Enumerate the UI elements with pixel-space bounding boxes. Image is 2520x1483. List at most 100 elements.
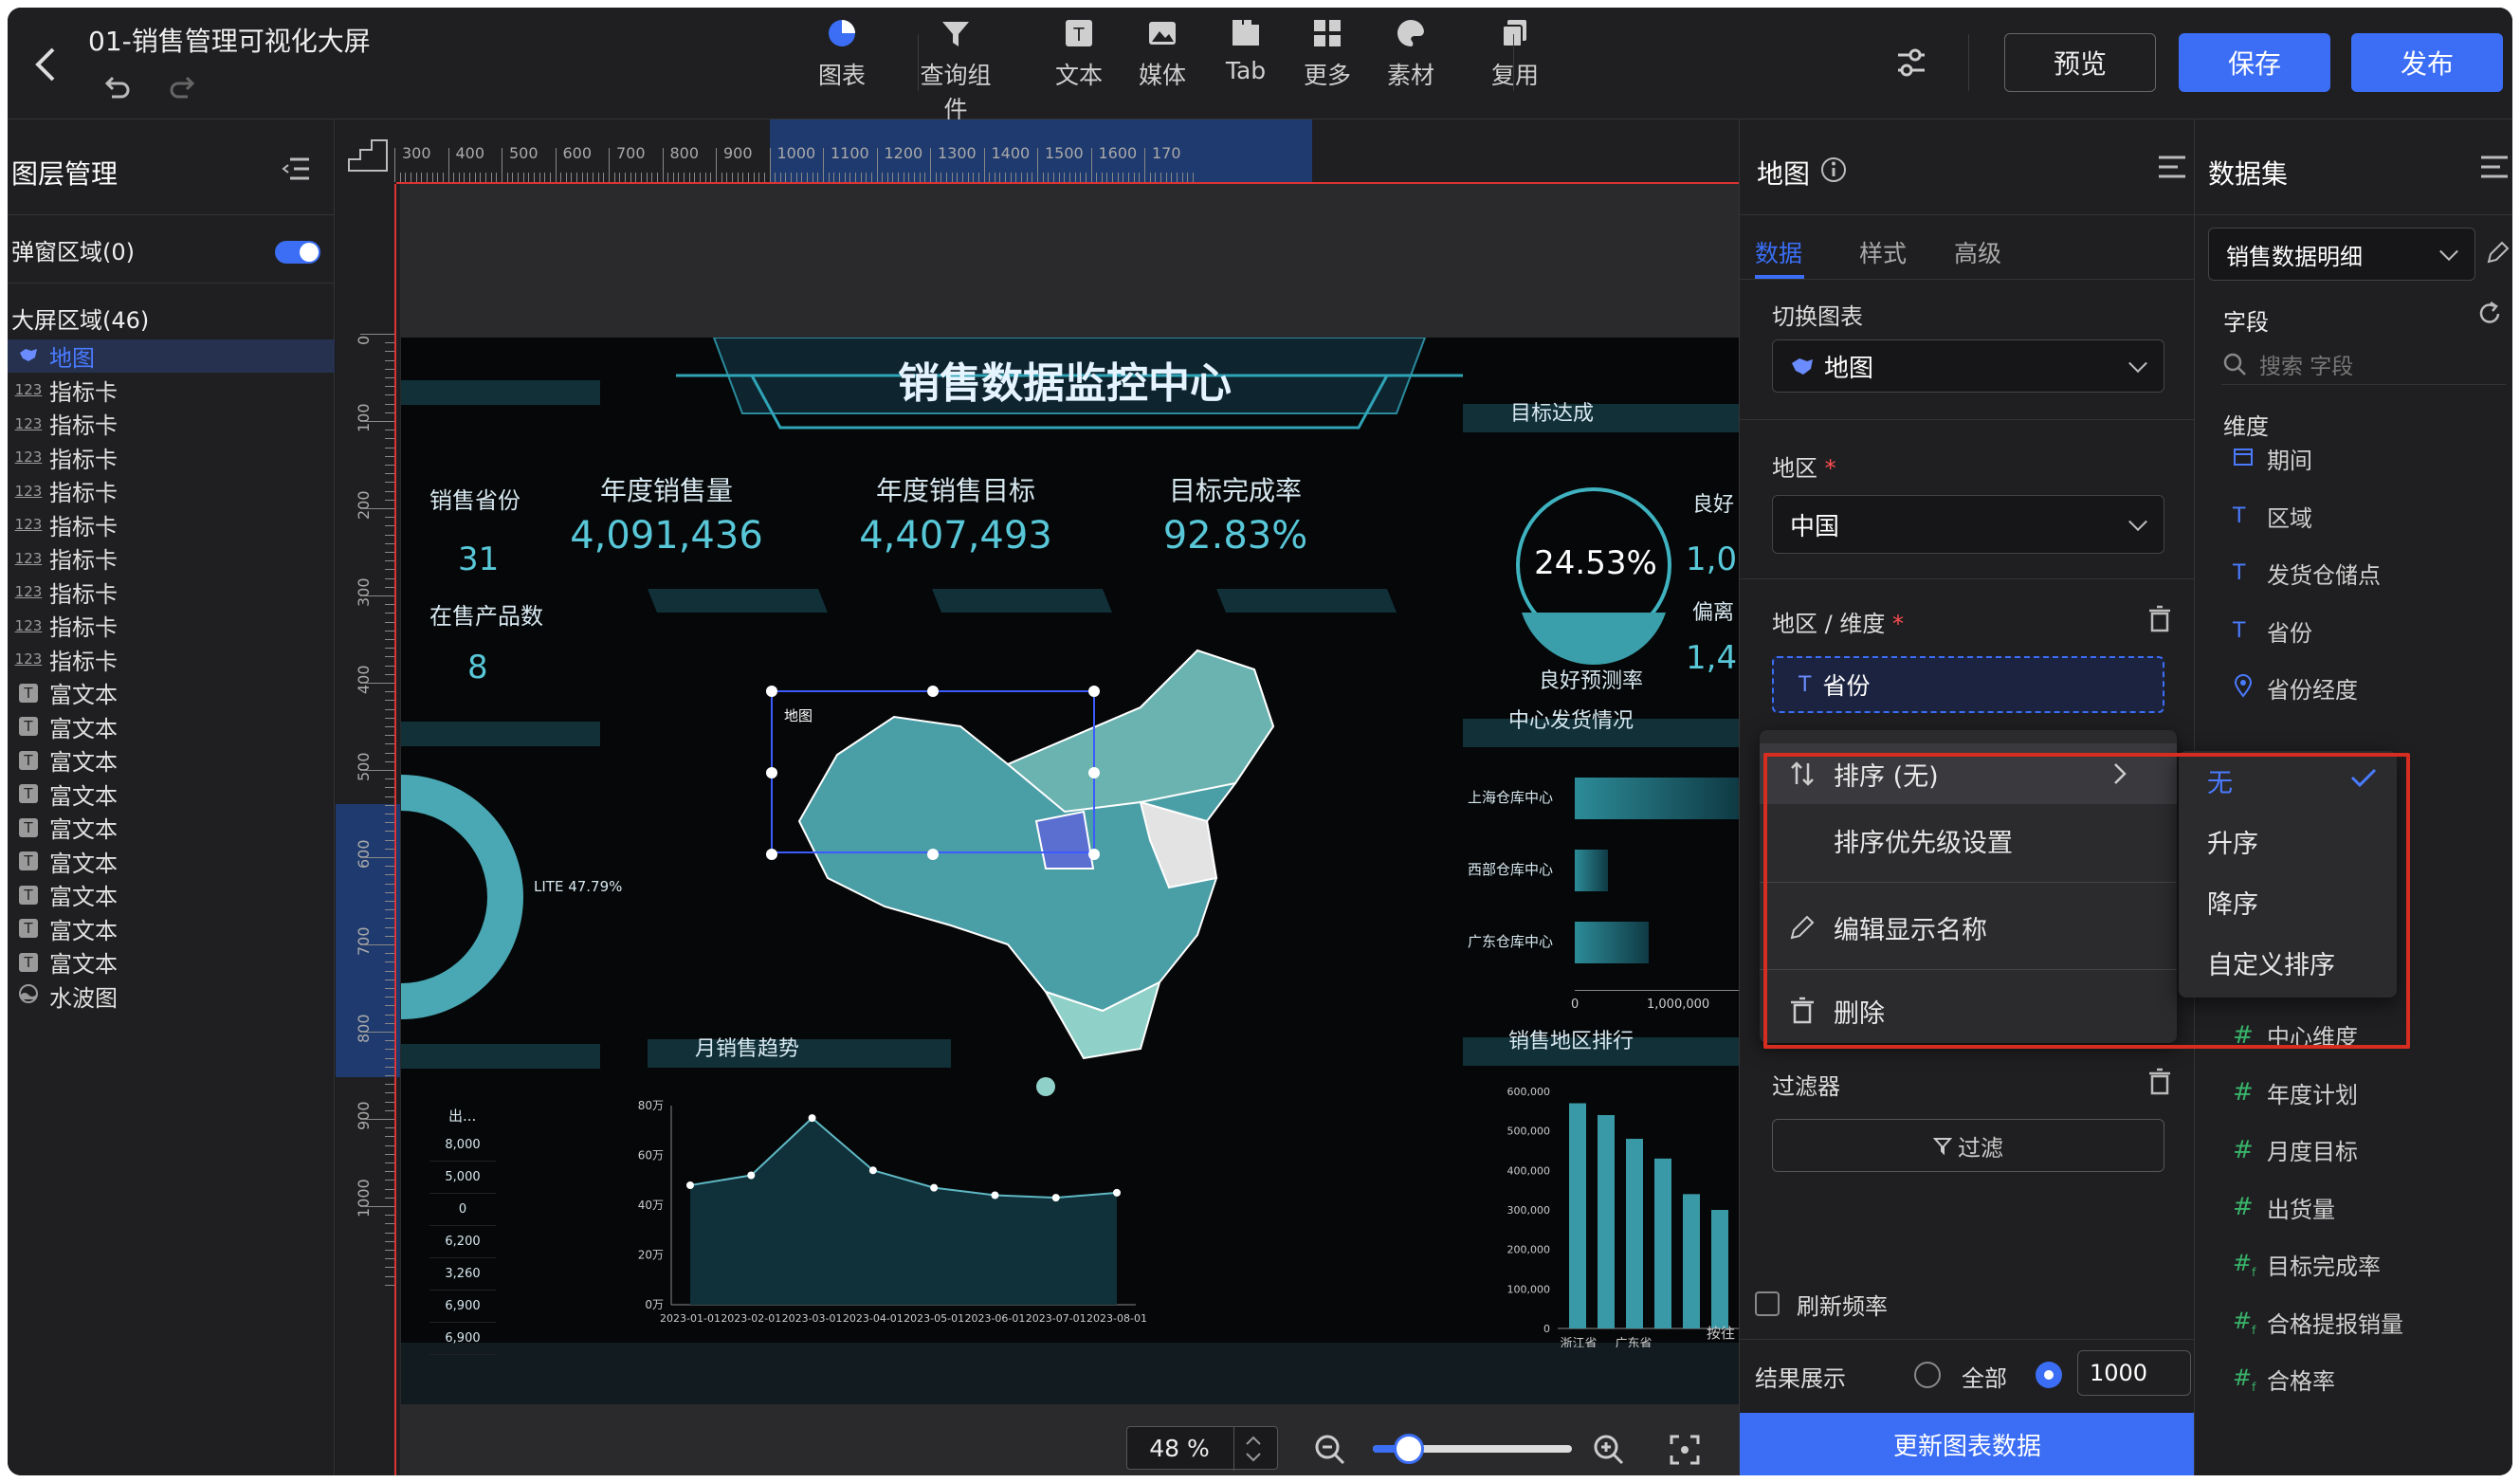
layer-item[interactable]: T 富文本 [8,878,335,911]
layer-item[interactable]: T 富文本 [8,945,335,979]
refresh-checkbox[interactable] [1755,1291,1780,1316]
dataset-dimension-field[interactable]: T 省份 [2233,614,2312,648]
layer-item[interactable]: T 富文本 [8,912,335,945]
save-button[interactable]: 保存 [2179,33,2330,92]
ruler-tick-label: 170 [1152,144,1181,162]
trash-icon[interactable] [2147,605,2172,633]
ruler-tick-label: 600 [355,839,373,869]
limit-input[interactable]: 1000 [2077,1350,2191,1396]
layer-item[interactable]: T 富文本 [8,676,335,709]
layer-item[interactable]: 123 指标卡 [8,407,335,440]
toolbar-copy-button[interactable]: 复用 [1472,17,1558,91]
fit-screen-icon[interactable] [1669,1434,1701,1466]
rank-y-tick: 0 [1543,1323,1550,1335]
update-chart-button[interactable]: 更新图表数据 [1740,1413,2195,1475]
trend-x-tick: 2023-03-01 [782,1312,843,1325]
layer-item[interactable]: 123 指标卡 [8,374,335,407]
zoom-in-icon[interactable] [1593,1434,1625,1466]
layer-item-label: 指标卡 [49,412,118,439]
redo-icon[interactable] [169,74,197,101]
back-icon[interactable] [34,46,57,83]
ruler-tick-label: 500 [509,144,539,162]
zoom-slider[interactable] [1373,1434,1572,1464]
zoom-input[interactable]: 48 % [1126,1426,1278,1471]
radio-limit[interactable] [2036,1362,2062,1388]
dataset-dimension-field[interactable]: T 区域 [2233,500,2312,533]
toolbar-text-button[interactable]: T 文本 [1036,17,1122,91]
ruler-tick-label: 100 [355,403,373,432]
layer-panel: 图层管理 弹窗区域(0) 大屏区域(46) 地图 123 指标卡 123 指标卡 123 指… [8,119,335,1475]
dataset-dimension-field[interactable]: 期间 [2233,442,2312,475]
layer-item[interactable]: T 富文本 [8,778,335,811]
dataset-measure-field[interactable]: #f 目标完成率 [2233,1248,2381,1281]
layer-item[interactable]: T 富文本 [8,811,335,844]
dataset-dimension-field[interactable]: 省份经度 [2233,671,2358,705]
toolbar-image-button[interactable]: 媒体 [1120,17,1205,91]
zoom-out-icon[interactable] [1314,1434,1346,1466]
field-label: 月度目标 [2267,1139,2358,1165]
layer-type-icon: T [8,784,49,803]
layer-item[interactable]: 123 指标卡 [8,643,335,676]
dataset-dimension-field[interactable]: T 发货仓储点 [2233,557,2381,590]
rank-bar [1598,1115,1615,1328]
toolbar-grid-button[interactable]: 更多 [1285,17,1370,91]
tab-data[interactable]: 数据 [1755,235,1802,269]
table-cell: 3,260 [429,1258,496,1291]
publish-button[interactable]: 发布 [2351,33,2503,92]
chart-type-select[interactable]: 地图 [1772,339,2164,393]
preview-button[interactable]: 预览 [2004,33,2156,92]
layer-item[interactable]: 123 指标卡 [8,441,335,474]
layer-item[interactable]: 地图 [8,339,335,373]
layer-item[interactable]: 123 指标卡 [8,609,335,642]
layer-item[interactable]: T 富文本 [8,710,335,743]
dashboard-screen[interactable]: 销售数据监控中心 销售省份 31 在售产品数 8 LITE 47.79% 出..… [401,338,1739,1404]
dataset-menu-icon[interactable] [2479,154,2510,180]
region-select[interactable]: 中国 [1772,495,2164,554]
dataset-measure-field[interactable]: #f 合格提报销量 [2233,1306,2403,1339]
screen-area-label: 大屏区域(46) [11,307,150,334]
dataset-select[interactable]: 销售数据明细 [2208,228,2475,281]
field-search-input[interactable]: 搜索 字段 [2221,343,2506,385]
dimension-chip[interactable]: T 省份 [1772,656,2164,713]
trend-x-tick: 2023-08-01 [1087,1312,1147,1325]
trend-x-tick: 2023-04-01 [843,1312,904,1325]
ruler-tick-label: 1500 [1045,144,1084,162]
layer-item[interactable]: 水波图 [8,980,335,1013]
rank-bar [1654,1158,1671,1328]
dataset-measure-field[interactable]: # 月度目标 [2233,1133,2358,1166]
info-icon[interactable] [1819,156,1848,184]
layer-item[interactable]: 123 指标卡 [8,474,335,507]
dataset-measure-field[interactable]: # 年度计划 [2233,1076,2358,1109]
tab-style[interactable]: 样式 [1859,235,1907,269]
toolbar-tab-button[interactable]: Tab [1203,17,1288,84]
app-window: 01-销售管理可视化大屏 图表 查询组件 T 文本 媒体 Tab 更多 素材 复用 预览 保存 … [8,8,2512,1475]
layer-item[interactable]: 123 指标卡 [8,541,335,575]
layer-type-icon: 123 [14,449,43,466]
layer-item[interactable]: 123 指标卡 [8,508,335,541]
toolbar-palette-button[interactable]: 素材 [1368,17,1453,91]
table-cell: 8,000 [429,1129,496,1162]
tab-advanced[interactable]: 高级 [1954,235,2001,269]
refresh-icon[interactable] [2475,300,2504,328]
filter-trash-icon[interactable] [2147,1068,2172,1096]
popup-area-toggle[interactable] [275,241,320,264]
zoom-value: 48 % [1149,1435,1210,1462]
radio-all[interactable] [1914,1362,1941,1388]
map-selection-frame[interactable]: 地图 [766,686,1100,860]
undo-icon[interactable] [102,74,131,101]
zoom-stepper-icon[interactable] [1241,1433,1266,1465]
settings-sliders-icon[interactable] [1894,46,1928,80]
layer-item[interactable]: 123 指标卡 [8,576,335,609]
layer-type-icon [8,983,49,1008]
filter-button[interactable]: 过滤 [1772,1119,2164,1172]
dataset-measure-field[interactable]: #f 合格率 [2233,1363,2335,1396]
panel-menu-icon[interactable] [2157,154,2187,180]
toolbar-pie-chart-button[interactable]: 图表 [799,17,885,91]
toolbar-funnel-button[interactable]: 查询组件 [913,17,998,125]
layer-item[interactable]: T 富文本 [8,743,335,777]
dataset-measure-field[interactable]: # 出货量 [2233,1191,2335,1224]
edit-icon[interactable] [2485,239,2511,265]
collapse-list-icon[interactable] [281,156,311,182]
ruler-tick-label: 200 [355,490,373,520]
layer-item[interactable]: T 富文本 [8,845,335,878]
